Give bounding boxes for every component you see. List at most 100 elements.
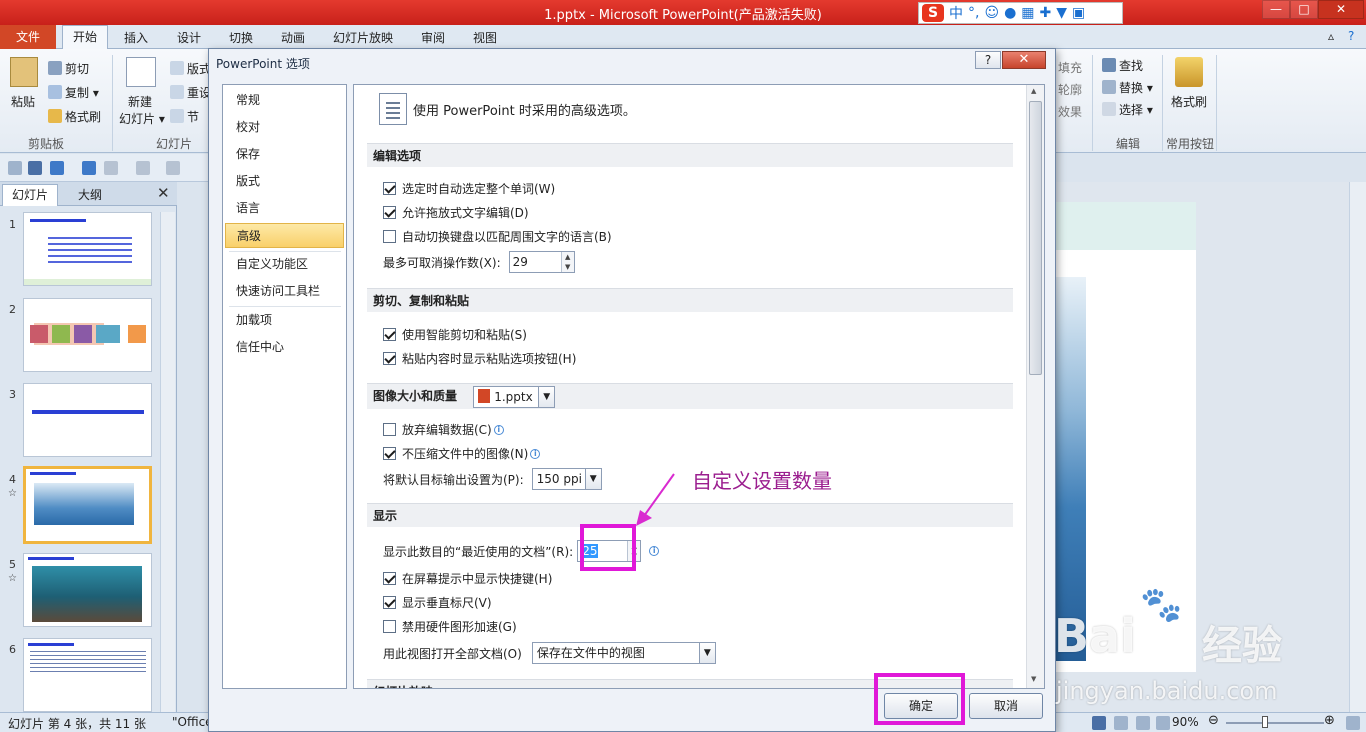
- paste-button[interactable]: 粘贴: [11, 93, 35, 110]
- info-icon[interactable]: i: [530, 448, 541, 459]
- tab-design[interactable]: 设计: [177, 29, 201, 46]
- emoji-icon[interactable]: ☺: [984, 5, 999, 21]
- checkbox-checked[interactable]: [383, 206, 396, 219]
- format-painter-large-icon[interactable]: [1175, 57, 1203, 87]
- cut-button[interactable]: 剪切: [48, 60, 89, 77]
- slide-thumbnail-1[interactable]: [23, 212, 152, 286]
- tab-review[interactable]: 审阅: [421, 29, 445, 46]
- option-discard-edit-data[interactable]: 放弃编辑数据(C) i: [383, 421, 504, 438]
- option-disable-hw-accel[interactable]: 禁用硬件图形加速(G): [383, 618, 517, 635]
- paste-icon[interactable]: [10, 57, 38, 87]
- reset-button[interactable]: 重设: [170, 84, 211, 101]
- shape-outline-button[interactable]: 轮廓: [1058, 81, 1082, 98]
- nav-layout[interactable]: 版式: [225, 169, 344, 194]
- close-window-button[interactable]: ✕: [1318, 0, 1364, 19]
- slide-thumbnail-3[interactable]: [23, 383, 152, 457]
- tab-view[interactable]: 视图: [473, 29, 497, 46]
- section-button[interactable]: 节: [170, 108, 199, 125]
- checkbox-checked[interactable]: [383, 352, 396, 365]
- tab-slides[interactable]: 幻灯片: [2, 184, 58, 206]
- option-vertical-ruler[interactable]: 显示垂直标尺(V): [383, 594, 492, 611]
- tab-home[interactable]: 开始: [62, 25, 108, 50]
- dialog-close-button[interactable]: ✕: [1002, 51, 1046, 69]
- slide-thumbnail-4[interactable]: [23, 466, 152, 544]
- save-icon[interactable]: [28, 161, 42, 175]
- checkbox-unchecked[interactable]: [383, 620, 396, 633]
- ime-lang[interactable]: 中: [949, 3, 963, 23]
- skin-icon[interactable]: ▼: [1056, 5, 1067, 21]
- chevron-down-icon[interactable]: ▼: [584, 469, 601, 489]
- replace-button[interactable]: 替换 ▾: [1102, 79, 1153, 96]
- info-icon[interactable]: i: [649, 546, 660, 556]
- checkbox-checked[interactable]: [383, 328, 396, 341]
- customize-icon[interactable]: [166, 161, 180, 175]
- spin-down-icon[interactable]: ▼: [560, 262, 574, 272]
- new-slide-button[interactable]: 新建: [128, 93, 152, 110]
- nav-proofing[interactable]: 校对: [225, 115, 344, 140]
- option-auto-keyboard[interactable]: 自动切换键盘以匹配周围文字的语言(B): [383, 228, 612, 245]
- slide-thumbnail-5[interactable]: [23, 553, 152, 627]
- scrollbar-thumb[interactable]: [1029, 101, 1042, 375]
- shape-effect-button[interactable]: 效果: [1058, 103, 1082, 120]
- info-icon[interactable]: i: [493, 424, 504, 435]
- format-painter-large-button[interactable]: 格式刷: [1171, 93, 1207, 110]
- checkbox-checked[interactable]: [383, 596, 396, 609]
- cancel-button[interactable]: 取消: [969, 693, 1043, 719]
- tools-icon[interactable]: ✚: [1040, 5, 1052, 21]
- format-painter-button[interactable]: 格式刷: [48, 108, 101, 125]
- close-icon[interactable]: ✕: [157, 184, 170, 202]
- checkbox-checked[interactable]: [383, 572, 396, 585]
- nav-quick-access[interactable]: 快速访问工具栏: [225, 279, 344, 304]
- tab-outline[interactable]: 大纲: [62, 186, 118, 203]
- scroll-up-icon[interactable]: ▲: [1031, 87, 1036, 95]
- option-auto-select-word[interactable]: 选定时自动选定整个单词(W): [383, 180, 555, 197]
- new-slide-label-2[interactable]: 幻灯片 ▾: [119, 110, 165, 127]
- tab-animations[interactable]: 动画: [281, 29, 305, 46]
- option-smart-cut[interactable]: 使用智能剪切和粘贴(S): [383, 326, 527, 343]
- option-shortcut-keys[interactable]: 在屏幕提示中显示快捷键(H): [383, 570, 552, 587]
- image-file-dropdown[interactable]: 1.pptx ▼: [473, 385, 556, 408]
- print-icon[interactable]: [104, 161, 118, 175]
- grid-icon[interactable]: ▣: [1072, 5, 1085, 21]
- scroll-down-icon[interactable]: ▼: [1031, 675, 1036, 683]
- open-view-dropdown[interactable]: 保存在文件中的视图 ▼: [531, 642, 716, 664]
- find-button[interactable]: 查找: [1102, 57, 1143, 74]
- tab-file[interactable]: 文件: [0, 25, 56, 49]
- option-paste-button[interactable]: 粘贴内容时显示粘贴选项按钮(H): [383, 350, 576, 367]
- nav-addins[interactable]: 加载项: [225, 308, 344, 333]
- ime-toolbar[interactable]: S 中 °, ☺ ● ▦ ✚ ▼ ▣: [918, 2, 1123, 24]
- slide-pane-scrollbar[interactable]: [160, 212, 175, 712]
- maximize-button[interactable]: □: [1290, 0, 1318, 19]
- nav-general[interactable]: 常规: [225, 88, 344, 113]
- slide-thumbnail-2[interactable]: [23, 298, 152, 372]
- nav-language[interactable]: 语言: [225, 196, 344, 221]
- select-button[interactable]: 选择 ▾: [1102, 101, 1153, 118]
- ribbon-collapse-icon[interactable]: ▵: [1328, 29, 1334, 43]
- undo-count-stepper[interactable]: 29 ▲ ▼: [508, 251, 575, 273]
- minimize-button[interactable]: —: [1262, 0, 1290, 19]
- help-icon[interactable]: ?: [1348, 29, 1354, 43]
- nav-advanced[interactable]: 高级: [225, 223, 344, 248]
- nav-save[interactable]: 保存: [225, 142, 344, 167]
- tab-transitions[interactable]: 切换: [229, 29, 253, 46]
- nav-customize-ribbon[interactable]: 自定义功能区: [225, 252, 344, 277]
- checkbox-checked[interactable]: [383, 182, 396, 195]
- undo-icon[interactable]: [50, 161, 64, 175]
- tab-insert[interactable]: 插入: [124, 29, 148, 46]
- checkbox-unchecked[interactable]: [383, 230, 396, 243]
- nav-trust-center[interactable]: 信任中心: [225, 335, 344, 360]
- mic-icon[interactable]: ●: [1004, 5, 1016, 21]
- options-scrollbar[interactable]: ▲ ▼: [1026, 85, 1044, 688]
- new-slide-icon[interactable]: [126, 57, 156, 87]
- tab-slideshow[interactable]: 幻灯片放映: [333, 29, 393, 46]
- option-drag-drop[interactable]: 允许拖放式文字编辑(D): [383, 204, 529, 221]
- chevron-down-icon[interactable]: ▼: [698, 643, 715, 663]
- copy-button[interactable]: 复制 ▾: [48, 84, 99, 101]
- redo-icon[interactable]: [82, 161, 96, 175]
- ppi-dropdown[interactable]: 150 ppi ▼: [531, 468, 602, 490]
- spin-up-icon[interactable]: ▲: [560, 252, 574, 262]
- option-no-compress[interactable]: 不压缩文件中的图像(N) i: [383, 445, 541, 462]
- punctuation-icon[interactable]: °,: [968, 5, 979, 21]
- shape-fill-button[interactable]: 填充: [1058, 59, 1082, 76]
- checkbox-unchecked[interactable]: [383, 423, 396, 436]
